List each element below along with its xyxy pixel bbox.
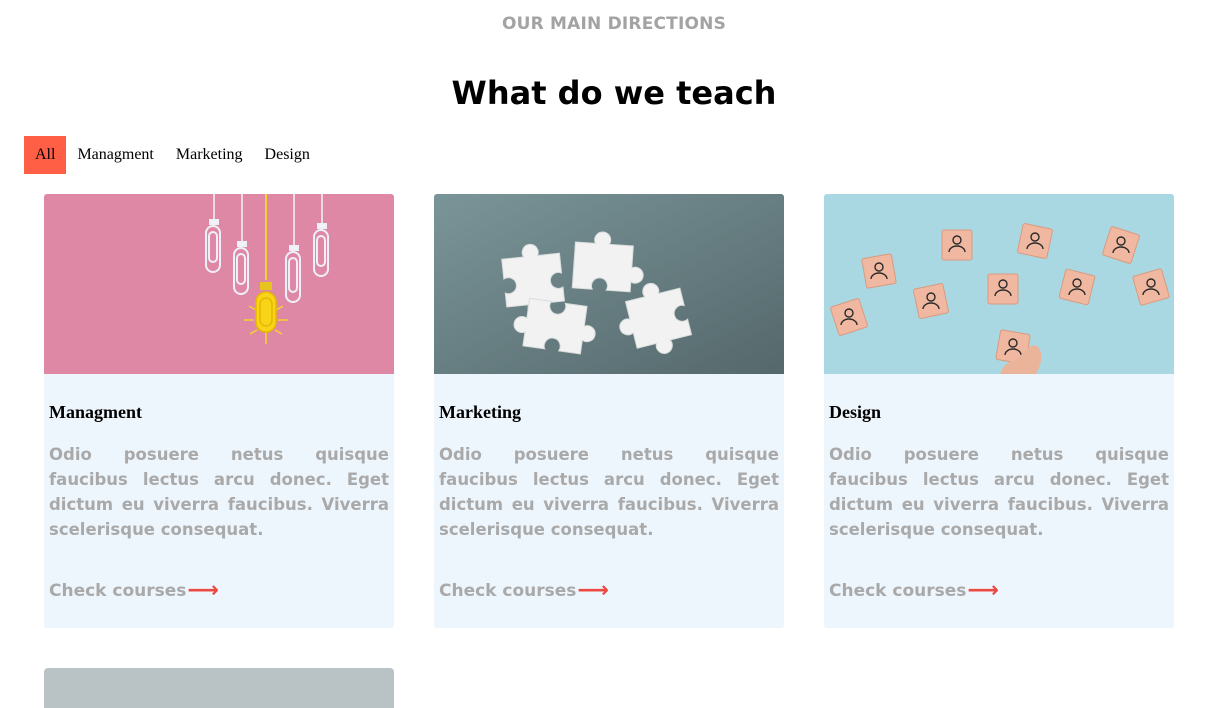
card-description: Odio posuere netus quisque faucibus lect… (829, 445, 1169, 539)
course-card-managment: Managment Odio posuere netus quisque fau… (44, 194, 394, 628)
arrow-right-icon: ⟶ (967, 578, 999, 603)
arrow-right-icon: ⟶ (577, 578, 609, 603)
category-filter-tabs: All Managment Marketing Design (24, 136, 321, 174)
check-courses-label: Check courses (829, 581, 967, 601)
course-card-partial (44, 668, 394, 708)
filter-tab-all[interactable]: All (24, 136, 67, 174)
card-title: Marketing (439, 402, 521, 422)
puzzle-pieces-image (434, 194, 784, 374)
section-eyebrow: OUR MAIN DIRECTIONS (501, 14, 727, 34)
filter-tab-marketing[interactable]: Marketing (165, 136, 254, 174)
card-title: Managment (49, 402, 142, 422)
check-courses-link[interactable]: Check courses ⟶ (49, 580, 219, 602)
filter-tab-design[interactable]: Design (254, 136, 321, 174)
check-courses-label: Check courses (49, 581, 187, 601)
wooden-cubes-people-image (824, 194, 1174, 374)
check-courses-link[interactable]: Check courses ⟶ (439, 580, 609, 602)
course-card-marketing: Marketing Odio posuere netus quisque fau… (434, 194, 784, 628)
course-card-design: Design Odio posuere netus quisque faucib… (824, 194, 1174, 628)
card-description: Odio posuere netus quisque faucibus lect… (439, 445, 779, 539)
arrow-right-icon: ⟶ (187, 578, 219, 603)
card-description: Odio posuere netus quisque faucibus lect… (49, 445, 389, 539)
check-courses-link[interactable]: Check courses ⟶ (829, 580, 999, 602)
check-courses-label: Check courses (439, 581, 577, 601)
section-title: What do we teach (451, 74, 777, 112)
filter-tab-managment[interactable]: Managment (66, 136, 164, 174)
paperclips-lightbulb-image (44, 194, 394, 374)
card-title: Design (829, 402, 882, 422)
